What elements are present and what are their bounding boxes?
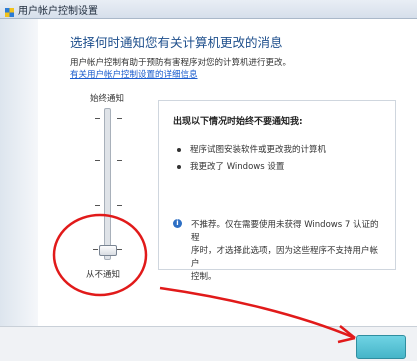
slider-tick [117, 249, 122, 250]
panel-bullet: 程序试图安装软件或更改我的计算机 [177, 143, 326, 155]
window-title: 用户帐户控制设置 [18, 6, 98, 17]
left-edge-shade [0, 19, 38, 360]
slider-tick [95, 160, 100, 161]
slider-tick [117, 118, 122, 119]
bullet-text: 我更改了 Windows 设置 [190, 162, 285, 172]
slider-bottom-label: 从不通知 [86, 270, 121, 280]
panel-title: 出现以下情况时始终不要通知我: [173, 117, 303, 127]
slider-tick [95, 118, 100, 119]
note-line: 不推荐。仅在需要使用未获得 Windows 7 认证的程 [191, 220, 379, 243]
panel-note: i 不推荐。仅在需要使用未获得 Windows 7 认证的程 序时，才选择此选项… [173, 219, 383, 284]
uac-shield-icon [4, 3, 15, 17]
slider-tick [117, 160, 122, 161]
info-panel: 出现以下情况时始终不要通知我: 程序试图安装软件或更改我的计算机 我更改了 Wi… [158, 100, 396, 282]
notification-slider-track[interactable] [104, 108, 111, 260]
slider-thumb[interactable] [99, 245, 117, 256]
note-line: 控制。 [191, 272, 217, 282]
bullet-text: 程序试图安装软件或更改我的计算机 [190, 145, 327, 155]
page-heading: 选择何时通知您有关计算机更改的消息 [70, 35, 283, 50]
slider-tick [95, 205, 100, 206]
panel-bullet: 我更改了 Windows 设置 [177, 160, 284, 172]
page-description: 用户帐户控制有助于预防有害程序对您的计算机进行更改。 [70, 58, 292, 68]
bullet-dot-icon [177, 147, 181, 152]
help-link[interactable]: 有关用户帐户控制设置的详细信息 [70, 68, 198, 80]
note-line: 序时，才选择此选项，因为这些程序不支持用户帐户 [191, 246, 379, 269]
slider-top-label: 始终通知 [90, 94, 125, 104]
ok-button[interactable] [356, 335, 406, 359]
bottom-bar [0, 326, 417, 361]
slider-tick [117, 205, 122, 206]
slider-tick [93, 249, 98, 250]
bullet-dot-icon [177, 164, 181, 169]
info-icon: i [173, 219, 182, 228]
title-bar: 用户帐户控制设置 [0, 0, 417, 19]
